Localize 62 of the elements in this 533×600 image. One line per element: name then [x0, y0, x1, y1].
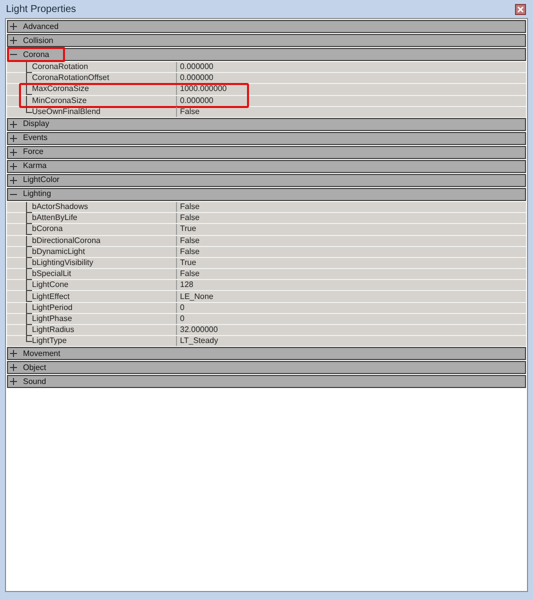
property-value[interactable]: 1000.000000: [177, 84, 227, 95]
property-value[interactable]: 128: [177, 280, 194, 290]
property-value[interactable]: 0.000000: [177, 73, 214, 84]
property-name: LightRadius: [32, 326, 74, 334]
property-value[interactable]: True: [177, 258, 196, 268]
property-name: bDirectionalCorona: [32, 236, 100, 245]
close-button[interactable]: [515, 4, 526, 14]
category-row[interactable]: Lighting: [7, 188, 526, 201]
property-name: UseOwnFinalBlend: [32, 108, 100, 116]
plus-icon: [10, 176, 17, 184]
property-name: bSpecialLit: [32, 270, 72, 278]
property-name: MinCoronaSize: [32, 96, 87, 105]
property-value[interactable]: False: [177, 236, 200, 246]
plus-icon: [10, 120, 17, 128]
plus-icon: [10, 350, 17, 358]
category-row[interactable]: Display: [7, 118, 526, 131]
property-name: LightPhase: [32, 314, 72, 323]
category-row[interactable]: Corona: [7, 48, 526, 61]
plus-icon: [10, 37, 17, 44]
property-name: MaxCoronaSize: [32, 85, 89, 94]
property-name: LightEffect: [32, 292, 70, 301]
property-name: bCorona: [32, 225, 63, 234]
category-row[interactable]: LightColor: [7, 174, 526, 187]
category-row[interactable]: Force: [7, 146, 526, 159]
category-row[interactable]: Collision: [7, 34, 526, 47]
plus-icon: [10, 162, 17, 170]
property-name: bLightingVisibility: [32, 258, 94, 267]
property-value[interactable]: False: [177, 269, 200, 280]
property-name: bActorShadows: [32, 203, 88, 212]
property-name: CoronaRotationOffset: [32, 74, 110, 82]
category-row[interactable]: Events: [7, 132, 526, 145]
plus-icon: [10, 134, 17, 142]
property-name: bDynamicLight: [32, 248, 85, 256]
property-value[interactable]: 0: [177, 314, 184, 324]
property-value[interactable]: False: [177, 246, 200, 257]
property-value[interactable]: True: [177, 224, 196, 234]
window-title: Light Properties: [5, 2, 76, 16]
property-value[interactable]: False: [177, 202, 200, 212]
close-icon: [517, 6, 524, 12]
plus-icon: [10, 364, 17, 372]
property-value[interactable]: LT_Steady: [177, 336, 218, 346]
property-value[interactable]: False: [177, 106, 200, 117]
property-name: CoronaRotation: [32, 63, 88, 72]
property-name: LightCone: [32, 281, 68, 290]
minus-icon: [10, 51, 17, 58]
category-row[interactable]: Movement: [7, 347, 526, 360]
property-name: LightType: [32, 337, 67, 346]
plus-icon: [10, 378, 17, 386]
property-name: LightPeriod: [32, 304, 72, 312]
property-name: bAttenByLife: [32, 214, 78, 222]
plus-icon: [10, 148, 17, 156]
category-row[interactable]: Advanced: [7, 20, 526, 33]
category-row[interactable]: Karma: [7, 160, 526, 173]
property-value[interactable]: 0: [177, 302, 184, 313]
category-row[interactable]: Sound: [7, 375, 526, 388]
property-value[interactable]: 0.000000: [177, 62, 214, 72]
category-row[interactable]: Object: [7, 361, 526, 374]
property-value[interactable]: LE_None: [177, 291, 214, 302]
plus-icon: [10, 23, 17, 30]
property-value[interactable]: 0.000000: [177, 96, 214, 106]
property-value[interactable]: False: [177, 213, 200, 224]
property-value[interactable]: 32.000000: [177, 325, 218, 336]
